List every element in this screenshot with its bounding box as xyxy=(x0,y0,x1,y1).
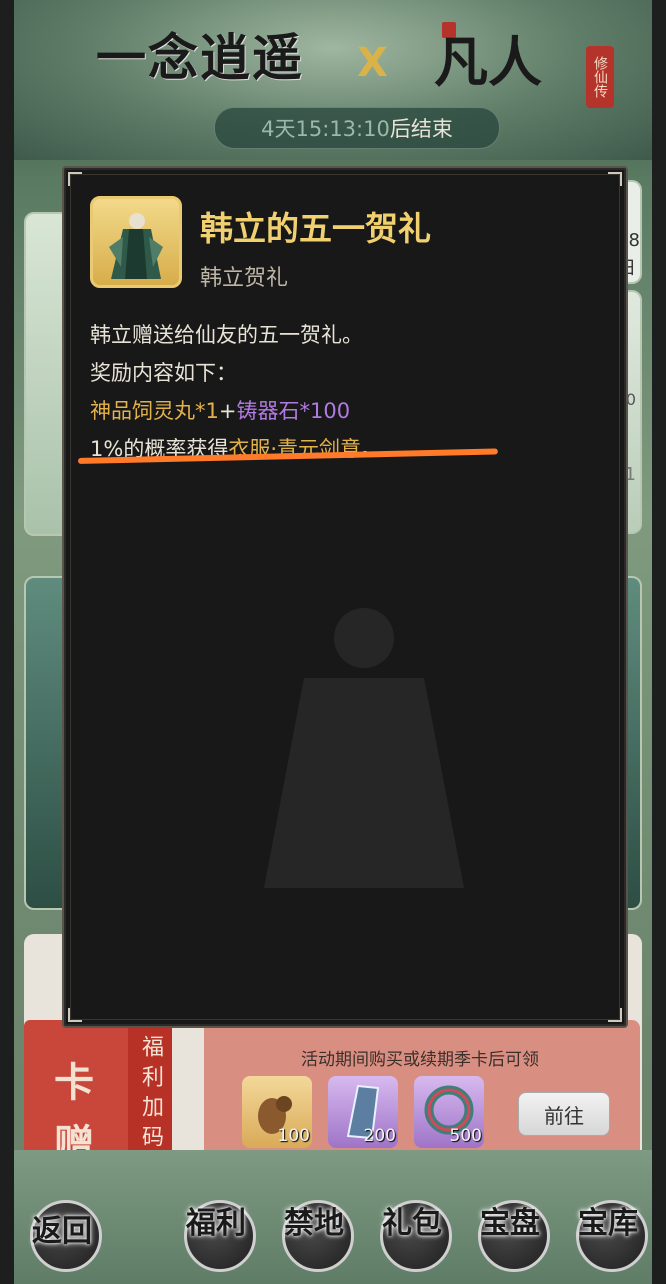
item-detail-modal: 韩立的五一贺礼 韩立贺礼 韩立赠送给仙友的五一贺礼。 奖励内容如下： 神品饲灵丸… xyxy=(62,166,628,1028)
faded-character-illustration xyxy=(264,608,464,888)
game-logo-left: 一念逍遥 xyxy=(96,28,304,87)
nav-label: 礼包 xyxy=(382,1198,442,1242)
corner-decoration xyxy=(68,1008,82,1022)
nav-label: 宝库 xyxy=(578,1198,638,1242)
reward-line: 神品饲灵丸*1+铸器石*100 xyxy=(90,392,382,430)
nav-forbidden-label: 禁地 xyxy=(284,1206,344,1241)
reward-plus: + xyxy=(218,399,237,423)
side-char: 卡 xyxy=(54,1059,94,1106)
corner-decoration xyxy=(68,172,82,186)
nav-giftpack-label: 礼包 xyxy=(382,1206,442,1241)
reward-qty: 200 xyxy=(363,1126,396,1146)
nav-treasure-disk-label: 宝盘 xyxy=(480,1206,540,1241)
collab-cross: X xyxy=(357,40,388,86)
promo-text: 活动期间购买或续期季卡后可领 xyxy=(301,1050,539,1070)
nav-label: 宝盘 xyxy=(480,1198,540,1242)
nav-back-label: 返回 xyxy=(32,1214,92,1249)
timer-time: 4天15:13:10 xyxy=(261,117,390,141)
left-edge xyxy=(0,0,14,1284)
nav-welfare-label: 福利 xyxy=(186,1206,246,1241)
reward-item[interactable]: 500 xyxy=(414,1076,484,1148)
logo-right-seal: 修仙传 xyxy=(586,46,614,108)
event-timer: 4天15:13:10 后结束 xyxy=(214,107,500,149)
nav-label: 返回 xyxy=(32,1206,92,1250)
corner-decoration xyxy=(608,172,622,186)
reward-qty: 100 xyxy=(277,1126,310,1146)
reward-qty: 500 xyxy=(449,1126,482,1146)
right-edge xyxy=(652,0,666,1284)
desc-line: 韩立赠送给仙友的五一贺礼。 xyxy=(90,323,363,347)
character-portrait-icon xyxy=(109,213,163,279)
season-card-badge: 卡 赠 xyxy=(24,1020,132,1170)
item-title: 韩立的五一贺礼 xyxy=(200,209,431,248)
nav-treasury-label: 宝库 xyxy=(578,1206,638,1241)
game-logo-right: 凡人 xyxy=(434,30,542,94)
bonus-banner: 福利加码 xyxy=(128,1020,172,1170)
gift-item-icon xyxy=(90,196,182,288)
nav-label: 福利 xyxy=(186,1198,246,1242)
timer-suffix: 后结束 xyxy=(389,117,453,141)
reward-item[interactable]: 100 xyxy=(242,1076,312,1148)
desc-line: 奖励内容如下： xyxy=(90,361,237,385)
reward-item[interactable]: 200 xyxy=(328,1076,398,1148)
event-header: 一念逍遥 X 凡人 修仙传 4天15:13:10 后结束 xyxy=(14,0,652,160)
nav-label: 禁地 xyxy=(284,1198,344,1242)
reward-b: 铸器石*100 xyxy=(236,399,351,423)
corner-decoration xyxy=(608,1008,622,1022)
go-button[interactable]: 前往 xyxy=(518,1092,610,1136)
item-subtitle: 韩立贺礼 xyxy=(200,266,289,291)
reward-a: 神品饲灵丸*1 xyxy=(90,399,219,423)
item-description: 韩立赠送给仙友的五一贺礼。 奖励内容如下： 神品饲灵丸*1+铸器石*100 1%… xyxy=(90,316,382,468)
